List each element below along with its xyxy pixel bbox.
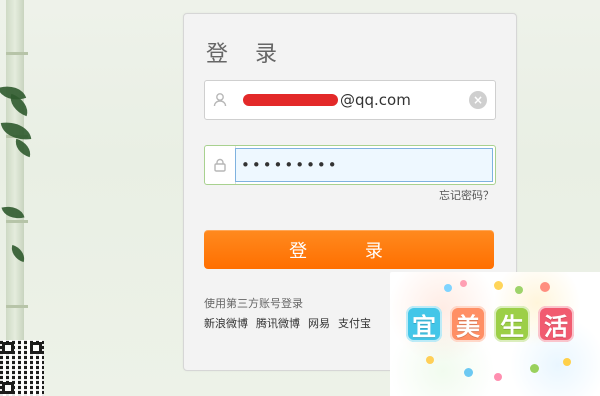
sina-weibo-link[interactable]: 新浪微博 [204, 315, 248, 331]
alipay-link[interactable]: 支付宝 [338, 315, 371, 331]
decorative-dot [530, 364, 539, 373]
logo-char-1: 宜 [406, 306, 442, 342]
third-party-links: 新浪微博 腾讯微博 网易 支付宝 [204, 315, 371, 331]
bamboo-node [6, 305, 28, 308]
logo-char-4: 活 [538, 306, 574, 342]
login-title: 登 录 [206, 42, 287, 67]
login-button[interactable]: 登 录 [204, 230, 494, 269]
qr-code [0, 340, 44, 396]
user-icon [205, 81, 235, 119]
qr-corner [2, 342, 14, 354]
decorative-dot [515, 286, 523, 294]
username-redaction [243, 94, 338, 106]
decorative-dot [494, 281, 503, 290]
logo-char-3: 生 [494, 306, 530, 342]
forgot-password-link[interactable]: 忘记密码？ [439, 187, 494, 203]
bamboo-stalk [6, 0, 28, 396]
password-field[interactable] [204, 145, 496, 185]
bamboo-node [6, 52, 28, 55]
username-value: @qq.com [340, 91, 411, 109]
tencent-weibo-link[interactable]: 腾讯微博 [256, 315, 300, 331]
decorative-dot [426, 356, 434, 364]
decorative-dot [460, 280, 467, 287]
logo-char-2: 美 [450, 306, 486, 342]
decorative-dot [444, 284, 452, 292]
decorative-dot [464, 368, 473, 377]
clear-icon[interactable]: × [469, 91, 487, 109]
decorative-dot [540, 282, 550, 292]
password-input[interactable] [235, 148, 493, 182]
left-decoration [0, 0, 110, 396]
username-field[interactable]: @qq.com × [204, 80, 496, 120]
bamboo-node [6, 220, 28, 223]
netease-link[interactable]: 网易 [308, 315, 330, 331]
brand-logo-text: 宜 美 生 活 [406, 306, 574, 342]
third-party-title: 使用第三方账号登录 [204, 297, 303, 310]
qr-corner [2, 382, 14, 394]
lock-icon [205, 146, 236, 184]
decorative-dot [563, 358, 571, 366]
qr-corner [30, 342, 42, 354]
decorative-dot [494, 373, 502, 381]
brand-logo-panel: 宜 美 生 活 [390, 272, 600, 396]
